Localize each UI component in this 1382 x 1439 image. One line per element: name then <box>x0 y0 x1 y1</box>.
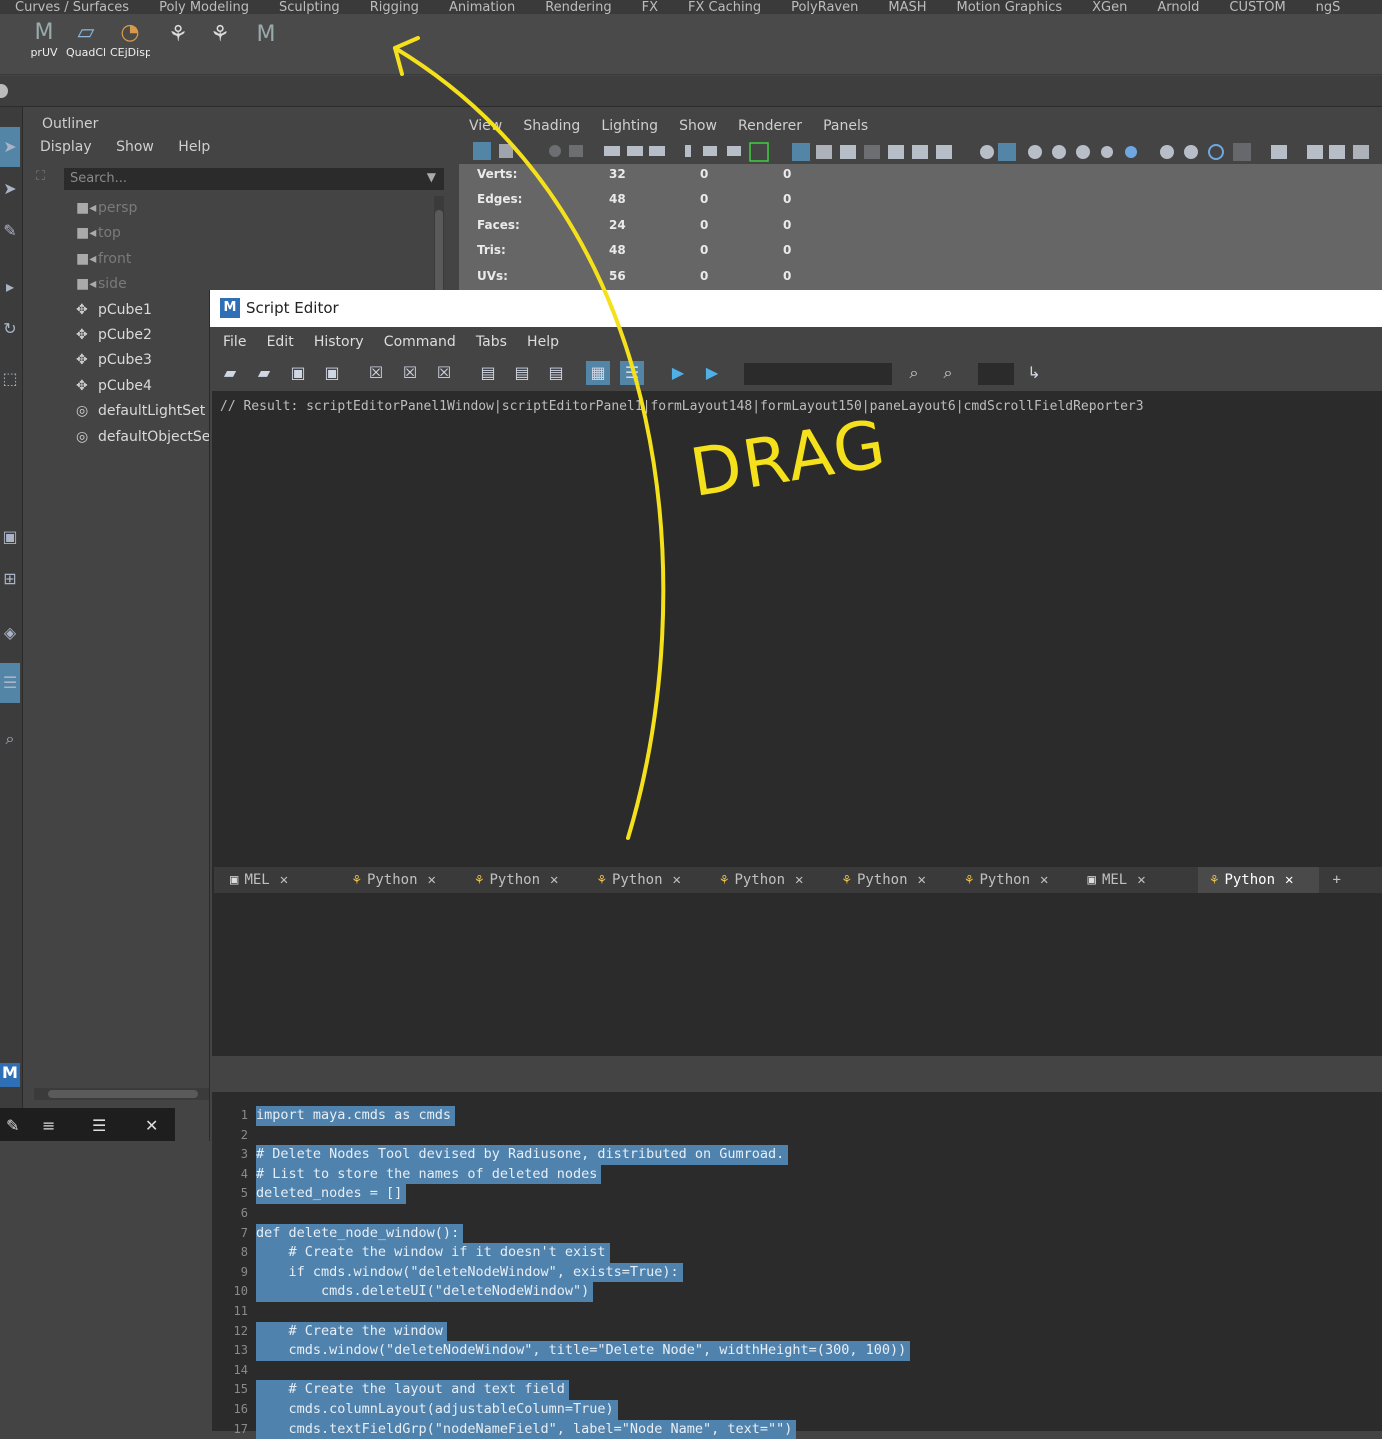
line-number: 9 <box>212 1263 248 1283</box>
code-line: 6 <box>212 1204 1382 1224</box>
code-line: 14 <box>212 1361 1382 1381</box>
close-icon[interactable]: ✕ <box>145 1116 158 1135</box>
code-line: 11 <box>212 1302 1382 1322</box>
code-text: deleted_nodes = [] <box>256 1184 406 1204</box>
code-line: 3 # Delete Nodes Tool devised by Radiuson… <box>212 1145 1382 1165</box>
code-line: 16 cmds.columnLayout(adjustableColumn=Tr… <box>212 1400 1382 1420</box>
line-number: 7 <box>212 1224 248 1244</box>
line-number: 3 <box>212 1145 248 1165</box>
line-number: 13 <box>212 1341 248 1361</box>
code-text: # Create the window if it doesn't exist <box>256 1243 610 1263</box>
drag-annotation-arrow <box>0 0 1382 1141</box>
code-line: 9 if cmds.window("deleteNodeWindow", exi… <box>212 1263 1382 1283</box>
code-text: cmds.columnLayout(adjustableColumn=True) <box>256 1400 618 1420</box>
line-number: 6 <box>212 1204 248 1224</box>
code-lines: 1import maya.cmds as cmds23# Delete Node… <box>212 1106 1382 1439</box>
line-number: 14 <box>212 1361 248 1381</box>
code-text: def delete_node_window(): <box>256 1224 463 1244</box>
line-number: 11 <box>212 1302 248 1322</box>
pencil-icon[interactable]: ✎ <box>6 1116 19 1135</box>
code-text: cmds.textFieldGrp("nodeNameField", label… <box>256 1420 796 1439</box>
code-line: 8 # Create the window if it doesn't exis… <box>212 1243 1382 1263</box>
code-line: 7 def delete_node_window(): <box>212 1224 1382 1244</box>
code-text: cmds.window("deleteNodeWindow", title="D… <box>256 1341 910 1361</box>
code-line: 12 # Create the window <box>212 1322 1382 1342</box>
code-text: # List to store the names of deleted nod… <box>256 1165 601 1185</box>
line-number: 16 <box>212 1400 248 1420</box>
code-text: if cmds.window("deleteNodeWindow", exist… <box>256 1263 683 1283</box>
line-number: 10 <box>212 1282 248 1302</box>
list-dropdown-icon[interactable]: ☰ <box>92 1116 106 1135</box>
code-line: 13 cmds.window("deleteNodeWindow", title… <box>212 1341 1382 1361</box>
code-input-pane[interactable]: 1import maya.cmds as cmds23# Delete Node… <box>212 1092 1382 1431</box>
list-icon[interactable]: ≡ <box>42 1116 55 1135</box>
floating-toolbar: ✎ ≡ ☰ ✕ <box>0 1108 175 1141</box>
line-number: 15 <box>212 1380 248 1400</box>
line-number: 8 <box>212 1243 248 1263</box>
line-number: 4 <box>212 1165 248 1185</box>
code-line: 15 # Create the layout and text field <box>212 1380 1382 1400</box>
code-text: # Create the window <box>256 1322 447 1342</box>
code-line: 5 deleted_nodes = [] <box>212 1184 1382 1204</box>
line-number: 17 <box>212 1420 248 1439</box>
code-text: # Create the layout and text field <box>256 1380 569 1400</box>
line-number: 12 <box>212 1322 248 1342</box>
line-number: 5 <box>212 1184 248 1204</box>
code-text: # Delete Nodes Tool devised by Radiusone… <box>256 1145 788 1165</box>
code-text: cmds.deleteUI("deleteNodeWindow") <box>256 1282 593 1302</box>
code-line: 17 cmds.textFieldGrp("nodeNameField", la… <box>212 1420 1382 1439</box>
code-line: 10 cmds.deleteUI("deleteNodeWindow") <box>212 1282 1382 1302</box>
code-line: 4 # List to store the names of deleted no… <box>212 1165 1382 1185</box>
